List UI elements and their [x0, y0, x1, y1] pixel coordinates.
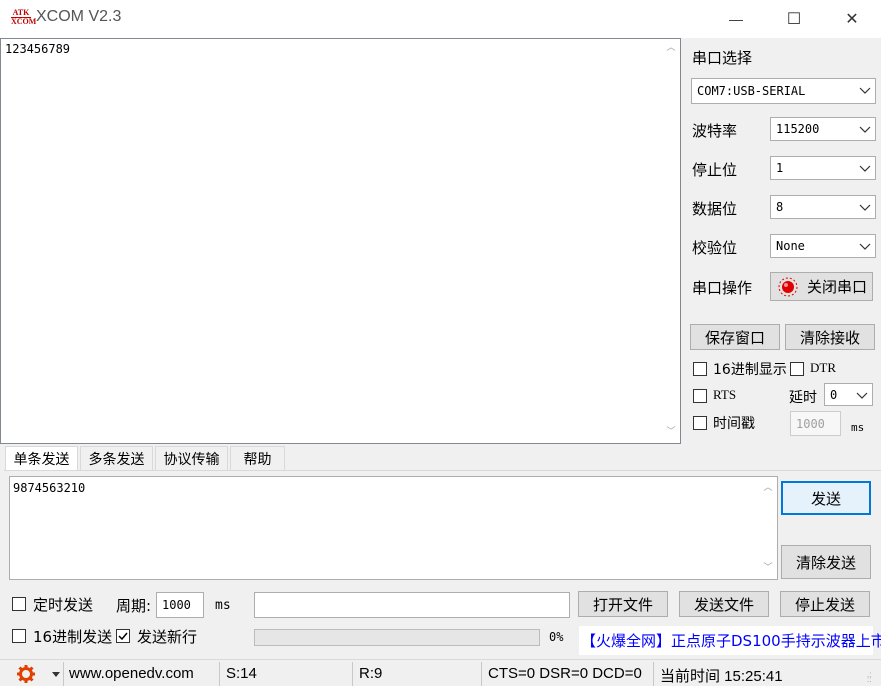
maximize-button[interactable]: ☐ — [765, 0, 823, 38]
hex-send-checkbox[interactable] — [12, 629, 26, 643]
save-window-button[interactable]: 保存窗口 — [690, 324, 780, 350]
stopbits-value: 1 — [776, 161, 784, 175]
newline-label: 发送新行 — [137, 628, 198, 646]
window-title: XCOM V2.3 — [36, 8, 122, 25]
baud-value: 115200 — [776, 122, 820, 136]
stop-send-button[interactable]: 停止发送 — [780, 591, 870, 617]
parity-value: None — [776, 239, 805, 253]
status-light-icon — [778, 277, 798, 296]
timestamp-unit: ms — [851, 421, 865, 434]
chevron-down-icon — [859, 243, 871, 250]
port-value: COM7:USB-SERIAL — [697, 84, 806, 98]
checkmark-icon — [118, 632, 128, 641]
website-link[interactable]: www.openedv.com — [69, 665, 194, 682]
operation-label: 串口操作 — [692, 279, 753, 297]
gear-icon[interactable] — [17, 665, 35, 683]
scroll-up-icon[interactable]: ︿ — [763, 483, 773, 493]
sent-count: S:14 — [226, 665, 257, 682]
status-bar: www.openedv.com S:14 R:9 CTS=0 DSR=0 DCD… — [0, 659, 881, 686]
tab-divider — [4, 470, 881, 471]
baud-select[interactable]: 115200 — [770, 117, 876, 141]
minimize-button[interactable]: — — [707, 0, 765, 38]
send-textarea[interactable]: 9874563210 ︿ ﹀ — [9, 476, 778, 580]
baud-label: 波特率 — [692, 122, 738, 140]
port-section-title: 串口选择 — [692, 49, 753, 67]
scroll-up-icon[interactable]: ︿ — [666, 43, 676, 53]
scroll-down-icon[interactable]: ﹀ — [763, 563, 773, 573]
receive-textarea[interactable]: 123456789 ︿ ﹀ — [0, 38, 681, 444]
hex-display-checkbox[interactable] — [693, 362, 707, 376]
send-button[interactable]: 发送 — [781, 481, 871, 515]
dtr-checkbox[interactable] — [790, 362, 804, 376]
chevron-down-icon — [859, 126, 871, 133]
newline-checkbox[interactable] — [116, 629, 130, 643]
send-file-button[interactable]: 发送文件 — [679, 591, 769, 617]
send-text: 9874563210 — [13, 481, 86, 495]
send-scrollbar[interactable]: ︿ ﹀ — [759, 477, 777, 579]
port-select[interactable]: COM7:USB-SERIAL — [691, 78, 876, 104]
resize-grip-icon[interactable]: .::: — [867, 671, 877, 684]
clear-send-button[interactable]: 清除发送 — [781, 545, 871, 579]
close-port-label: 关闭串口 — [807, 278, 868, 296]
chevron-down-icon — [856, 392, 868, 399]
timed-send-label: 定时发送 — [33, 596, 94, 614]
send-progress-bar — [254, 629, 540, 646]
signal-status: CTS=0 DSR=0 DCD=0 — [488, 665, 642, 682]
databits-label: 数据位 — [692, 200, 738, 218]
dtr-label: DTR — [810, 360, 836, 375]
tab-protocol[interactable]: 协议传输 — [155, 446, 228, 471]
dropdown-arrow-icon[interactable] — [52, 672, 60, 677]
scroll-down-icon[interactable]: ﹀ — [666, 427, 676, 437]
delay-label: 延时 — [789, 390, 817, 406]
receive-text: 123456789 — [5, 42, 71, 56]
promo-link[interactable]: 【火爆全网】正点原子DS100手持示波器上市 — [579, 626, 881, 655]
received-count: R:9 — [359, 665, 383, 682]
app-logo: ATK XCOM — [11, 8, 37, 26]
maximize-icon: ☐ — [786, 11, 802, 28]
timed-send-checkbox[interactable] — [12, 597, 26, 611]
chevron-down-icon — [859, 87, 871, 94]
rts-checkbox[interactable] — [693, 389, 707, 403]
tab-help[interactable]: 帮助 — [230, 446, 285, 471]
delay-select[interactable]: 0 — [824, 383, 873, 406]
hex-display-label: 16进制显示 — [713, 362, 787, 378]
chevron-down-icon — [859, 204, 871, 211]
current-time: 当前时间 15:25:41 — [660, 668, 783, 685]
databits-value: 8 — [776, 200, 784, 214]
timestamp-label: 时间戳 — [713, 416, 755, 432]
parity-select[interactable]: None — [770, 234, 876, 258]
stopbits-select[interactable]: 1 — [770, 156, 876, 180]
timestamp-input[interactable]: 1000 — [790, 411, 841, 436]
open-file-button[interactable]: 打开文件 — [578, 591, 668, 617]
period-input[interactable]: 1000 — [156, 592, 204, 618]
period-unit: ms — [215, 598, 231, 613]
rts-label: RTS — [713, 387, 737, 402]
chevron-down-icon — [859, 165, 871, 172]
file-path-input[interactable] — [254, 592, 570, 618]
delay-value: 0 — [830, 387, 838, 402]
tab-multi-send[interactable]: 多条发送 — [80, 446, 153, 471]
tab-single-send[interactable]: 单条发送 — [5, 446, 78, 471]
progress-percent: 0% — [549, 630, 564, 644]
title-bar: ATK XCOM XCOM V2.3 — ☐ ✕ — [0, 0, 881, 38]
close-icon: ✕ — [845, 11, 859, 28]
receive-scrollbar[interactable]: ︿ ﹀ — [662, 39, 680, 443]
stopbits-label: 停止位 — [692, 161, 738, 179]
close-port-button[interactable]: 关闭串口 — [770, 272, 873, 301]
close-button[interactable]: ✕ — [823, 0, 881, 38]
clear-receive-button[interactable]: 清除接收 — [785, 324, 875, 350]
parity-label: 校验位 — [692, 239, 738, 257]
hex-send-label: 16进制发送 — [33, 628, 113, 646]
minimize-icon: — — [729, 11, 743, 27]
databits-select[interactable]: 8 — [770, 195, 876, 219]
period-label: 周期: — [116, 597, 152, 615]
timestamp-checkbox[interactable] — [693, 416, 707, 430]
